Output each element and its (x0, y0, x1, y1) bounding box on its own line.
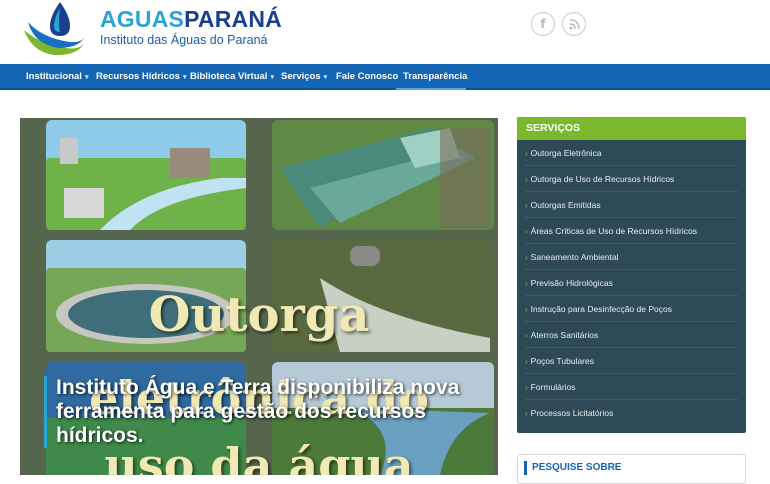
brand-title-part1: AGUAS (100, 6, 185, 32)
nav-item-transparencia[interactable]: Transparência (403, 64, 467, 90)
chevron-right-icon: › (525, 201, 528, 210)
service-item-outorgas-emitidas[interactable]: › Outorgas Emitidas (525, 192, 738, 218)
chevron-right-icon: › (525, 409, 528, 418)
caret-down-icon: ▾ (84, 74, 89, 81)
hero-overlay-line1: Outorga (148, 287, 370, 343)
service-item-licitatorios[interactable]: › Processos Licitatórios (525, 400, 738, 426)
nav-label: Transparência (403, 71, 468, 82)
service-item-formularios[interactable]: › Formulários (525, 374, 738, 400)
nav-item-servicos[interactable]: Serviços ▾ (281, 64, 327, 90)
services-panel: SERVIÇOS › Outorga Eletrônica › Outorga de… (517, 117, 746, 433)
service-item-saneamento[interactable]: › Saneamento Ambiental (525, 244, 738, 270)
service-item-instrucao-pocos[interactable]: › Instrução para Desinfecção de Poços (525, 296, 738, 322)
services-list: › Outorga Eletrônica › Outorga de Uso de R… (517, 140, 746, 426)
service-item-label: Outorga Eletrônica (530, 148, 602, 158)
service-item-label: Outorga de Uso de Recursos Hídricos (530, 174, 675, 184)
nav-item-biblioteca-virtual[interactable]: Biblioteca Virtual ▾ (190, 64, 274, 90)
chevron-right-icon: › (525, 383, 528, 392)
search-title: PESQUISE SOBRE (524, 461, 621, 475)
service-item-outorga-eletronica[interactable]: › Outorga Eletrônica (525, 140, 738, 166)
nav-label: Institucional (26, 71, 82, 82)
brand-title: AGUASPARANÁ (100, 6, 282, 32)
brand-title-part2: PARANÁ (184, 6, 282, 32)
nav-item-fale-conosco[interactable]: Fale Conosco (336, 64, 398, 90)
chevron-right-icon: › (525, 331, 528, 340)
service-item-aterros[interactable]: › Aterros Sanitários (525, 322, 738, 348)
chevron-right-icon: › (525, 227, 528, 236)
hero-caption-text[interactable]: Instituto Água e Terra disponibiliza nov… (56, 376, 474, 448)
main-nav: Institucional ▾ Recursos Hídricos ▾ Biblio… (0, 64, 770, 90)
service-item-label: Poços Tubulares (530, 356, 594, 366)
hero-slide[interactable]: Outorga eletrônica do uso da água Instit… (20, 118, 498, 475)
rss-glyph (569, 18, 580, 29)
service-item-previsao[interactable]: › Previsão Hidrológicas (525, 270, 738, 296)
caret-down-icon: ▾ (270, 74, 274, 81)
chevron-right-icon: › (525, 253, 528, 262)
nav-label: Biblioteca Virtual (190, 71, 268, 82)
facebook-icon[interactable]: f (531, 12, 555, 36)
hero-caption[interactable]: Instituto Água e Terra disponibiliza nov… (44, 376, 474, 448)
service-item-label: Formulários (530, 382, 576, 392)
service-item-label: Processos Licitatórios (530, 408, 614, 418)
chevron-right-icon: › (525, 149, 528, 158)
service-item-label: Aterros Sanitários (530, 330, 599, 340)
brand-subtitle: Instituto das Águas do Paraná (100, 33, 268, 47)
nav-label: Recursos Hídricos (96, 71, 180, 82)
service-item-label: Áreas Críticas de Uso de Recursos Hídric… (530, 226, 697, 236)
chevron-right-icon: › (525, 357, 528, 366)
service-item-pocos-tubulares[interactable]: › Poços Tubulares (525, 348, 738, 374)
service-item-label: Previsão Hidrológicas (530, 278, 613, 288)
services-title: SERVIÇOS (517, 117, 746, 140)
brand[interactable]: AGUASPARANÁ Instituto das Águas do Paran… (100, 6, 282, 48)
rss-icon[interactable] (562, 12, 586, 36)
caret-down-icon: ▾ (323, 74, 328, 81)
service-item-label: Instrução para Desinfecção de Poços (530, 304, 672, 314)
chevron-right-icon: › (525, 175, 528, 184)
nav-active-indicator (396, 88, 466, 90)
caret-down-icon: ▾ (182, 74, 187, 81)
service-item-label: Outorgas Emitidas (530, 200, 601, 210)
site-header: AGUASPARANÁ Instituto das Águas do Paran… (0, 0, 770, 64)
service-item-label: Saneamento Ambiental (530, 252, 619, 262)
logo-icon[interactable] (20, 0, 86, 56)
chevron-right-icon: › (525, 279, 528, 288)
nav-item-institucional[interactable]: Institucional ▾ (26, 64, 88, 90)
service-item-outorga-uso[interactable]: › Outorga de Uso de Recursos Hídricos (525, 166, 738, 192)
chevron-right-icon: › (525, 305, 528, 314)
service-item-areas-criticas[interactable]: › Áreas Críticas de Uso de Recursos Hídri… (525, 218, 738, 244)
nav-label: Serviços (281, 71, 321, 82)
nav-label: Fale Conosco (336, 71, 399, 82)
nav-item-recursos-hidricos[interactable]: Recursos Hídricos ▾ (96, 64, 186, 90)
